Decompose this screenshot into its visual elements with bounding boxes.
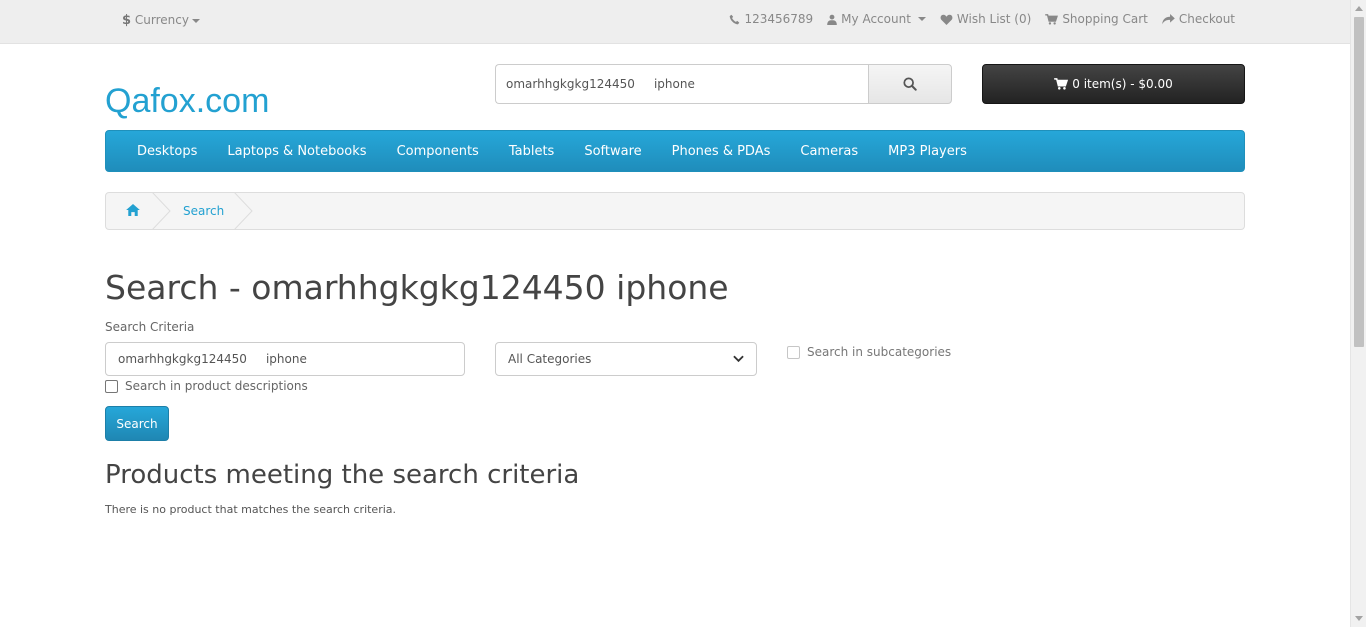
phone-link[interactable]: 123456789 <box>729 12 813 26</box>
wishlist-link[interactable]: Wish List (0) <box>940 12 1031 26</box>
breadcrumb: Search <box>105 192 1245 230</box>
caret-down-icon <box>191 18 200 23</box>
category-select[interactable]: All Categories <box>495 342 757 376</box>
scroll-down-arrow-icon[interactable] <box>1355 616 1363 621</box>
currency-label: Currency <box>134 13 189 27</box>
breadcrumb-home[interactable] <box>126 204 140 219</box>
main-menu: Desktops Laptops & Notebooks Components … <box>105 130 1245 172</box>
menu-item-phones-pdas[interactable]: Phones & PDAs <box>657 144 786 159</box>
descriptions-label: Search in product descriptions <box>125 379 308 393</box>
page-title: Search - omarhhgkgkg124450 iphone <box>105 268 729 307</box>
menu-item-tablets[interactable]: Tablets <box>494 144 570 159</box>
site-logo[interactable]: Qafox.com <box>105 82 269 121</box>
page-scrollbar[interactable] <box>1350 0 1366 627</box>
chevron-down-icon <box>733 355 744 363</box>
menu-item-laptops-notebooks[interactable]: Laptops & Notebooks <box>212 144 381 159</box>
results-heading: Products meeting the search criteria <box>105 460 580 490</box>
phone-number: 123456789 <box>744 12 814 26</box>
descriptions-checkbox[interactable] <box>105 379 118 393</box>
wishlist-label: Wish List (0) <box>956 12 1032 26</box>
share-icon <box>1162 13 1175 24</box>
search-criteria-label: Search Criteria <box>105 320 195 334</box>
breadcrumb-search[interactable]: Search <box>183 204 224 218</box>
checkout-link[interactable]: Checkout <box>1162 12 1235 26</box>
menu-item-components[interactable]: Components <box>382 144 494 159</box>
search-icon <box>903 77 917 91</box>
top-bar: $ Currency 123456789 My Account Wish Lis… <box>0 0 1350 44</box>
subcategories-label: Search in subcategories <box>807 345 952 359</box>
menu-item-desktops[interactable]: Desktops <box>122 144 212 159</box>
phone-icon <box>730 14 740 24</box>
menu-item-mp3-players[interactable]: MP3 Players <box>873 144 982 159</box>
user-icon <box>827 14 837 25</box>
category-selected-value: All Categories <box>508 352 592 366</box>
my-account-label: My Account <box>841 12 911 26</box>
my-account-dropdown[interactable]: My Account <box>827 12 926 26</box>
no-results-message: There is no product that matches the sea… <box>105 503 397 516</box>
top-links: 123456789 My Account Wish List (0) Shopp… <box>729 12 1235 26</box>
breadcrumb-separator <box>234 192 253 230</box>
caret-down-icon <box>917 17 926 21</box>
shopping-cart-label: Shopping Cart <box>1062 12 1148 26</box>
header-search-button[interactable] <box>868 64 952 104</box>
cart-button[interactable]: 0 item(s) - $0.00 <box>982 64 1245 104</box>
header-search <box>495 64 952 104</box>
search-criteria-input[interactable] <box>105 342 465 376</box>
menu-item-cameras[interactable]: Cameras <box>785 144 873 159</box>
cart-icon <box>1045 13 1059 25</box>
currency-symbol: $ <box>122 13 132 28</box>
subcategories-checkbox[interactable] <box>787 345 800 359</box>
shopping-cart-link[interactable]: Shopping Cart <box>1045 12 1148 26</box>
cart-icon <box>1054 78 1069 90</box>
cart-total: 0 item(s) - $0.00 <box>1072 77 1173 91</box>
header-search-input[interactable] <box>495 64 868 104</box>
subcategories-option: Search in subcategories <box>787 345 951 359</box>
scrollbar-thumb[interactable] <box>1354 17 1364 347</box>
scroll-up-arrow-icon[interactable] <box>1355 6 1363 11</box>
menu-item-software[interactable]: Software <box>569 144 656 159</box>
search-button[interactable]: Search <box>105 406 169 441</box>
checkout-label: Checkout <box>1178 12 1235 26</box>
home-icon <box>126 204 140 216</box>
breadcrumb-separator <box>152 192 171 230</box>
currency-dropdown[interactable]: $ Currency <box>122 13 200 28</box>
heart-icon <box>940 14 953 25</box>
descriptions-option: Search in product descriptions <box>105 379 308 393</box>
